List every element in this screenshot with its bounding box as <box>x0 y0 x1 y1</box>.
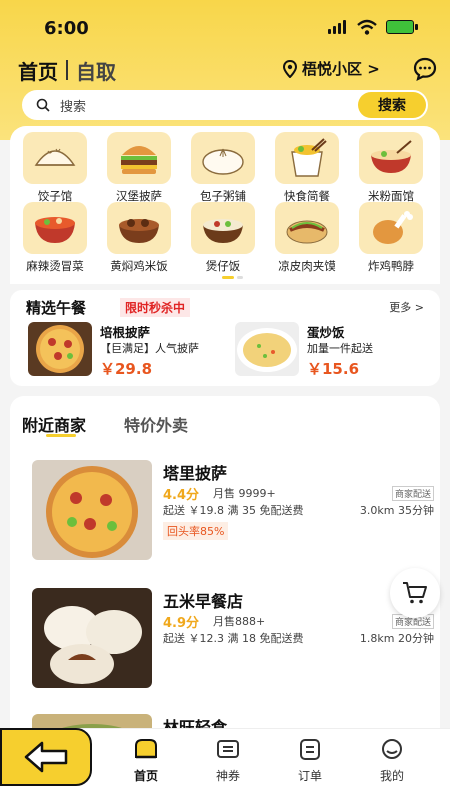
wifi-icon <box>357 19 377 35</box>
search-bar[interactable]: 搜索 搜索 <box>22 90 428 120</box>
deal-name: 蛋炒饭 <box>307 325 345 340</box>
category-roujiamo[interactable]: 凉皮肉夹馍 <box>267 202 347 274</box>
profile-icon <box>382 739 402 759</box>
deal-price: ￥15.6 <box>307 360 360 378</box>
tab-home-nav[interactable]: 首页 <box>116 737 176 784</box>
lunch-title: 精选午餐 <box>26 299 87 317</box>
tab-nearby[interactable]: 附近商家 <box>22 412 86 436</box>
category-label: 麻辣烫冒菜 <box>26 259 84 273</box>
more-link[interactable]: 更多 > <box>389 299 424 315</box>
deal-price: ￥29.8 <box>100 360 153 378</box>
category-claypot[interactable]: 煲仔饭 <box>183 202 263 274</box>
shop-name: 塔里披萨 <box>163 464 228 483</box>
back-button[interactable] <box>0 728 92 786</box>
cart-button[interactable] <box>390 568 440 618</box>
search-button[interactable]: 搜索 <box>358 92 426 118</box>
category-fried-chicken[interactable]: 炸鸡鸭脖 <box>351 202 431 274</box>
promo-badge: 限时秒杀中 <box>120 298 191 317</box>
tab-label: 神券 <box>215 769 240 783</box>
tab-orders-nav[interactable]: 订单 <box>280 737 340 784</box>
search-input[interactable]: 搜索 <box>60 96 86 115</box>
cart-icon <box>403 582 427 604</box>
category-label: 煲仔饭 <box>205 259 241 273</box>
signal-icon <box>328 20 346 34</box>
bun-icon <box>191 132 255 184</box>
dumpling-icon <box>23 132 87 184</box>
deal-name: 培根披萨 <box>100 325 151 340</box>
spicy-pot-icon <box>23 202 87 254</box>
tab-pickup[interactable]: 自取 <box>76 56 116 85</box>
noodle-bowl-icon <box>359 132 423 184</box>
tab-coupon-nav[interactable]: 神券 <box>198 737 258 784</box>
clay-pot-rice-icon <box>191 202 255 254</box>
braised-chicken-icon <box>107 202 171 254</box>
page-indicator <box>222 276 243 279</box>
category-bun[interactable]: 包子粥铺 <box>183 132 263 204</box>
category-burger[interactable]: 汉堡披萨 <box>99 132 179 204</box>
category-label: 黄焖鸡米饭 <box>110 259 168 273</box>
category-dumpling[interactable]: 饺子馆 <box>15 132 95 204</box>
tab-label: 我的 <box>379 769 404 783</box>
shop-distance: 3.0km 35分钟 <box>359 504 434 517</box>
takeout-box-icon <box>275 132 339 184</box>
location-label: 梧悦小区 > <box>302 60 380 78</box>
deal-desc: 【巨满足】人气披萨 <box>100 342 199 355</box>
burger-icon <box>107 132 171 184</box>
pizza-photo <box>32 460 152 560</box>
shop-rating: 4.9分 <box>163 616 200 631</box>
shop-card[interactable]: 五米早餐店 4.9分 月售888+ 商家配送 起送 ￥12.3 满 18 免配送… <box>20 582 440 702</box>
back-arrow-icon <box>24 741 68 773</box>
category-grid: 饺子馆 汉堡披萨 包子粥铺 快食简餐 米粉面馆 麻辣烫冒菜 黄焖鸡米饭 煲仔饭 … <box>10 126 440 284</box>
roujiamo-icon <box>275 202 339 254</box>
tab-underline <box>46 434 76 437</box>
deal-desc: 加量一件起送 <box>307 342 373 355</box>
coupon-icon <box>217 740 239 758</box>
order-icon <box>300 739 320 760</box>
fried-chicken-icon <box>359 202 423 254</box>
category-label: 凉皮肉夹馍 <box>278 259 336 273</box>
message-icon[interactable] <box>412 56 438 82</box>
category-label: 炸鸡鸭脖 <box>368 259 414 273</box>
category-fastfood[interactable]: 快食简餐 <box>267 132 347 204</box>
shop-card[interactable]: 塔里披萨 4.4分 月售 9999+ 商家配送 起送 ￥19.8 满 35 免配… <box>20 454 440 574</box>
tab-profile-nav[interactable]: 我的 <box>362 737 422 784</box>
tab-divider <box>66 60 68 80</box>
tab-label: 订单 <box>297 769 322 783</box>
fried-rice-thumbnail <box>235 322 299 376</box>
pizza-thumbnail <box>28 322 92 376</box>
shop-fee: 起送 ￥12.3 满 18 免配送费 <box>163 632 304 645</box>
tab-home[interactable]: 首页 <box>18 56 58 85</box>
tab-discount[interactable]: 特价外卖 <box>124 412 188 436</box>
shop-rating: 4.4分 <box>163 488 200 503</box>
category-noodles[interactable]: 米粉面馆 <box>351 132 431 204</box>
shop-sales: 月售888+ <box>213 615 266 628</box>
shop-name: 五米早餐店 <box>163 592 244 611</box>
location-selector[interactable]: 梧悦小区 > <box>282 58 380 79</box>
shop-fee: 起送 ￥19.8 满 35 免配送费 <box>163 504 304 517</box>
shop-distance: 1.8km 20分钟 <box>359 632 434 645</box>
location-pin-icon <box>282 59 298 78</box>
delivery-tag: 商家配送 <box>391 486 434 501</box>
status-time: 6:00 <box>44 18 89 39</box>
battery-icon <box>386 20 418 34</box>
home-icon <box>135 739 157 759</box>
lunch-section: 精选午餐 限时秒杀中 更多 > 培根披萨 【巨满足】人气披萨 ￥29.8 蛋炒饭… <box>10 290 440 386</box>
status-bar: 6:00 <box>0 0 450 52</box>
search-icon <box>36 98 50 112</box>
category-braised-chicken[interactable]: 黄焖鸡米饭 <box>99 202 179 274</box>
mode-tabs: 首页 自取 <box>18 56 116 84</box>
shop-sales: 月售 9999+ <box>213 487 276 500</box>
return-rate-badge: 回头率85% <box>163 522 229 540</box>
bun-photo <box>32 588 152 688</box>
category-malatang[interactable]: 麻辣烫冒菜 <box>15 202 95 274</box>
tab-label: 首页 <box>133 769 158 783</box>
